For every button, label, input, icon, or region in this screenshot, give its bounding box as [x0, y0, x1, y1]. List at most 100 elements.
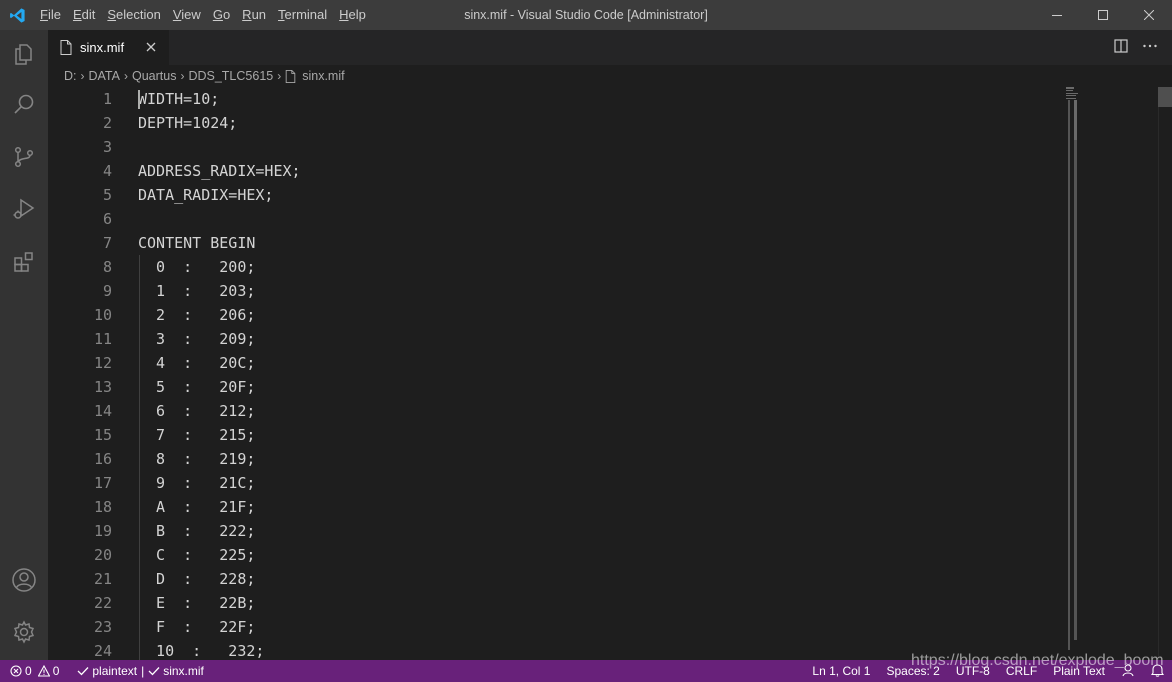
code-line[interactable]: 19 B : 222; — [48, 519, 1058, 543]
menu-mnemonic: H — [339, 7, 349, 22]
menu-label: o — [222, 7, 231, 22]
code-line[interactable]: 1 WIDTH=10; — [48, 87, 1058, 111]
menu-item-file[interactable]: File — [34, 0, 67, 30]
code-line[interactable]: 8 0 : 200; — [48, 255, 1058, 279]
split-editor-icon[interactable] — [1114, 38, 1128, 57]
code-line[interactable]: 18 A : 21F; — [48, 495, 1058, 519]
minimize-icon — [1052, 15, 1062, 16]
file-check-status[interactable]: sinx.mif — [148, 664, 204, 678]
line-text: ADDRESS_RADIX=HEX; — [138, 162, 301, 180]
line-number: 13 — [93, 378, 112, 396]
menu-item-selection[interactable]: Selection — [101, 0, 166, 30]
line-number: 6 — [102, 210, 112, 228]
code-line[interactable]: 6 — [48, 207, 1058, 231]
tab-sinx-mif[interactable]: sinx.mif — [48, 30, 169, 65]
source-control-icon[interactable] — [0, 133, 48, 181]
menu-label: dit — [81, 7, 96, 22]
close-icon — [1144, 10, 1154, 20]
line-text: E : 22B; — [138, 594, 256, 612]
code-line[interactable]: 21 D : 228; — [48, 567, 1058, 591]
breadcrumb: D: › DATA › Quartus › DDS_TLC5615 › sinx… — [48, 65, 1172, 87]
line-text: 1 : 203; — [138, 282, 256, 300]
breadcrumb-file[interactable]: sinx.mif — [285, 69, 345, 83]
tab-label: sinx.mif — [80, 40, 125, 55]
line-number: 14 — [93, 402, 112, 420]
code-line[interactable]: 2 DEPTH=1024; — [48, 111, 1058, 135]
minimap[interactable] — [1066, 87, 1080, 660]
code-line[interactable]: 16 8 : 219; — [48, 447, 1058, 471]
line-number: 5 — [102, 186, 112, 204]
watermark: https://blog.csdn.net/explode_boom — [911, 652, 1164, 669]
chevron-right-icon: › — [277, 69, 282, 83]
code-line[interactable]: 24 10 : 232; — [48, 639, 1058, 660]
code-line[interactable]: 13 5 : 20F; — [48, 375, 1058, 399]
line-text: WIDTH=10; — [138, 90, 220, 108]
line-number: 4 — [102, 162, 112, 180]
breadcrumb-dds-tlc5615[interactable]: DDS_TLC5615 — [188, 69, 273, 83]
more-actions-icon[interactable] — [1142, 38, 1158, 57]
code-line[interactable]: 22 E : 22B; — [48, 591, 1058, 615]
menu-item-go[interactable]: Go — [207, 0, 236, 30]
tabs-bar: sinx.mif — [48, 30, 1172, 65]
menu-item-terminal[interactable]: Terminal — [272, 0, 333, 30]
menu-item-view[interactable]: View — [167, 0, 207, 30]
line-text: A : 21F; — [138, 498, 256, 516]
line-text: 2 : 206; — [138, 306, 256, 324]
line-number: 19 — [93, 522, 112, 540]
run-debug-icon[interactable] — [0, 185, 48, 233]
tab-close-icon[interactable] — [143, 39, 159, 55]
chevron-right-icon: › — [80, 69, 85, 83]
line-text: 10 : 232; — [138, 642, 265, 660]
menu-item-run[interactable]: Run — [236, 0, 272, 30]
code-line[interactable]: 23 F : 22F; — [48, 615, 1058, 639]
line-text: CONTENT BEGIN — [138, 234, 256, 252]
vscode-logo-icon — [0, 0, 34, 30]
line-number: 24 — [93, 642, 112, 660]
line-text: 4 : 20C; — [138, 354, 256, 372]
line-number: 10 — [93, 306, 112, 324]
line-text: 8 : 219; — [138, 450, 256, 468]
cursor-position[interactable]: Ln 1, Col 1 — [812, 664, 870, 678]
scrollbar-thumb[interactable] — [1158, 87, 1172, 107]
code-line[interactable]: 12 4 : 20C; — [48, 351, 1058, 375]
breadcrumb-quartus[interactable]: Quartus — [132, 69, 176, 83]
code-line[interactable]: 10 2 : 206; — [48, 303, 1058, 327]
code-editor[interactable]: 1 WIDTH=10; 2 DEPTH=1024; 3 4 ADDRESS_RADIX=HE… — [48, 87, 1172, 660]
error-icon — [10, 665, 22, 677]
code-line[interactable]: 20 C : 225; — [48, 543, 1058, 567]
problems-status[interactable]: 0 0 — [10, 664, 59, 678]
line-number: 16 — [93, 450, 112, 468]
explorer-icon[interactable] — [0, 30, 48, 78]
code-line[interactable]: 14 6 : 212; — [48, 399, 1058, 423]
line-number: 2 — [102, 114, 112, 132]
code-line[interactable]: 11 3 : 209; — [48, 327, 1058, 351]
menu-item-help[interactable]: Help — [333, 0, 372, 30]
code-line[interactable]: 3 — [48, 135, 1058, 159]
breadcrumb-drive[interactable]: D: — [64, 69, 77, 83]
line-number: 23 — [93, 618, 112, 636]
code-line[interactable]: 9 1 : 203; — [48, 279, 1058, 303]
maximize-button[interactable] — [1080, 0, 1126, 30]
chevron-right-icon: › — [123, 69, 128, 83]
breadcrumb-data[interactable]: DATA — [89, 69, 120, 83]
minimize-button[interactable] — [1034, 0, 1080, 30]
code-line[interactable]: 5 DATA_RADIX=HEX; — [48, 183, 1058, 207]
vertical-scrollbar[interactable] — [1158, 87, 1172, 660]
code-line[interactable]: 4 ADDRESS_RADIX=HEX; — [48, 159, 1058, 183]
line-number: 3 — [102, 138, 112, 156]
manage-gear-icon[interactable] — [0, 608, 48, 656]
close-window-button[interactable] — [1126, 0, 1172, 30]
extensions-icon[interactable] — [0, 238, 48, 286]
line-number: 1 — [102, 90, 112, 108]
line-number: 8 — [102, 258, 112, 276]
accounts-icon[interactable] — [0, 556, 48, 604]
menu-label: elp — [348, 7, 366, 22]
code-line[interactable]: 15 7 : 215; — [48, 423, 1058, 447]
language-check-status[interactable]: plaintext — [77, 664, 137, 678]
line-text: DEPTH=1024; — [138, 114, 238, 132]
search-icon[interactable] — [0, 80, 48, 128]
menu-item-edit[interactable]: Edit — [67, 0, 101, 30]
code-line[interactable]: 17 9 : 21C; — [48, 471, 1058, 495]
warning-icon — [37, 665, 50, 677]
code-line[interactable]: 7 CONTENT BEGIN — [48, 231, 1058, 255]
